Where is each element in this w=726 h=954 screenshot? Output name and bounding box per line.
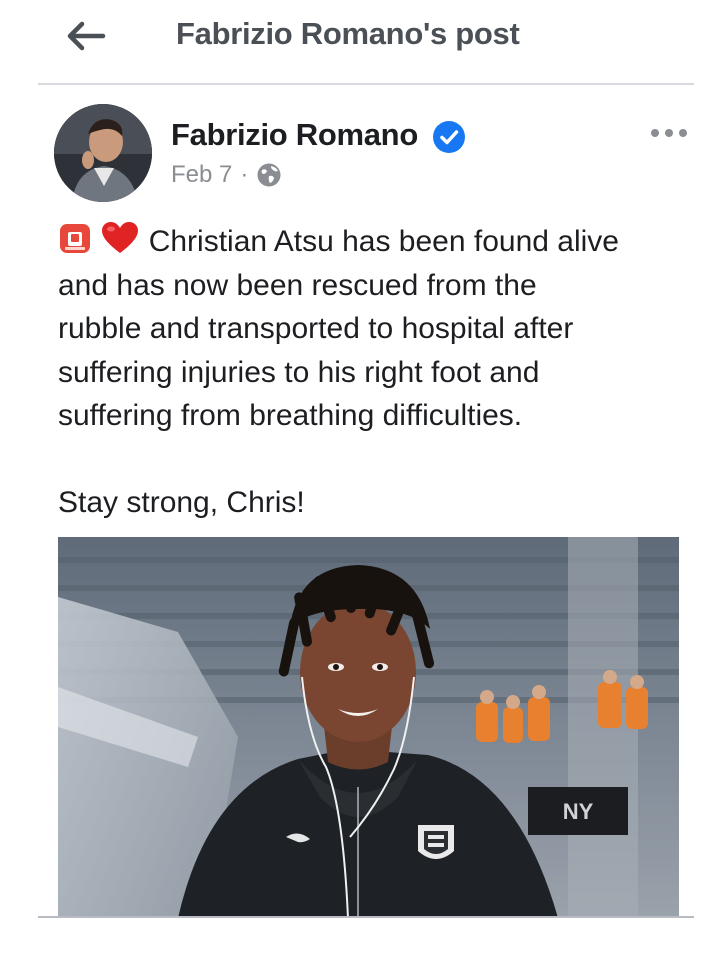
more-horizontal-icon [651,129,687,137]
arrow-left-icon [67,21,106,51]
post-date[interactable]: Feb 7 [171,161,232,189]
globe-icon [257,163,281,187]
more-options-button[interactable] [645,118,693,148]
post-photo-image: NY [58,537,679,918]
bottom-divider [38,916,694,918]
red-heart-emoji-icon [102,222,139,253]
meta-separator: · [240,161,249,188]
author-name[interactable]: Fabrizio Romano [171,117,418,153]
post-text-line-5: suffering from breathing difficulties. [58,399,523,432]
post-text: Christian Atsu has been found alive and … [58,220,698,525]
post-text-line-4: suffering injuries to his right foot and [58,355,540,389]
post-photo[interactable]: NY [58,537,679,918]
avatar-image [54,104,152,202]
post-closing-line: Stay strong, Chris! [58,486,305,519]
author-avatar[interactable] [54,104,152,202]
back-button[interactable] [62,14,110,58]
post-meta: Feb 7 · [171,160,282,190]
top-divider [38,83,694,85]
post-text-line-1-text: Christian Atsu has been found alive [148,225,619,258]
post-text-line-2: and has now been rescued from the [58,268,537,302]
verified-badge-icon [433,121,465,153]
siren-emoji-icon [60,224,90,253]
post-text-line-1: Christian Atsu has been found alive [58,220,698,264]
page-title: Fabrizio Romano's post [176,16,520,51]
top-bar: Fabrizio Romano's post [0,0,726,85]
svg-text:NY: NY [563,799,594,824]
post-text-line-3: rubble and transported to hospital after [58,312,574,345]
